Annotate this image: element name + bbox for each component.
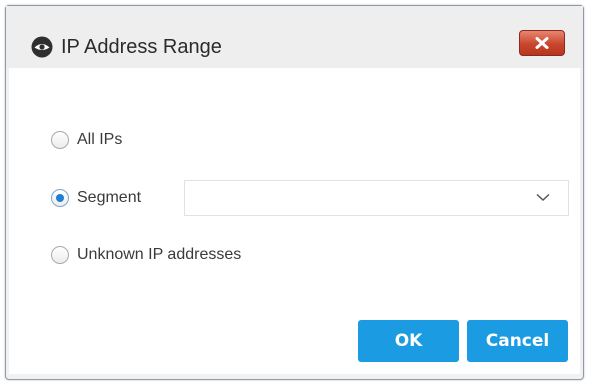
dialog-title: IP Address Range (61, 36, 222, 58)
radio-unknown-ip-addresses[interactable] (51, 246, 69, 264)
option-label-segment[interactable]: Segment (77, 188, 141, 208)
chevron-down-icon (536, 193, 550, 202)
eye-shield-icon (31, 36, 53, 58)
radio-selected-dot (56, 194, 64, 202)
cancel-button[interactable]: Cancel (467, 320, 568, 362)
ok-button[interactable]: OK (358, 320, 459, 362)
close-icon (535, 37, 549, 49)
segment-select[interactable] (184, 180, 569, 216)
radio-segment[interactable] (51, 189, 69, 207)
radio-all-ips[interactable] (51, 131, 69, 149)
option-label-unknown-ip-addresses[interactable]: Unknown IP addresses (77, 245, 241, 265)
dialog-content: All IPs Segment Unknown IP addresses OK … (9, 68, 580, 374)
page: IP Address Range All IPs Segment Unknown… (0, 0, 589, 385)
dialog-titlebar: IP Address Range (6, 6, 583, 68)
close-button[interactable] (519, 30, 565, 56)
option-label-all-ips[interactable]: All IPs (77, 130, 122, 150)
ip-address-range-dialog: IP Address Range All IPs Segment Unknown… (5, 5, 584, 380)
